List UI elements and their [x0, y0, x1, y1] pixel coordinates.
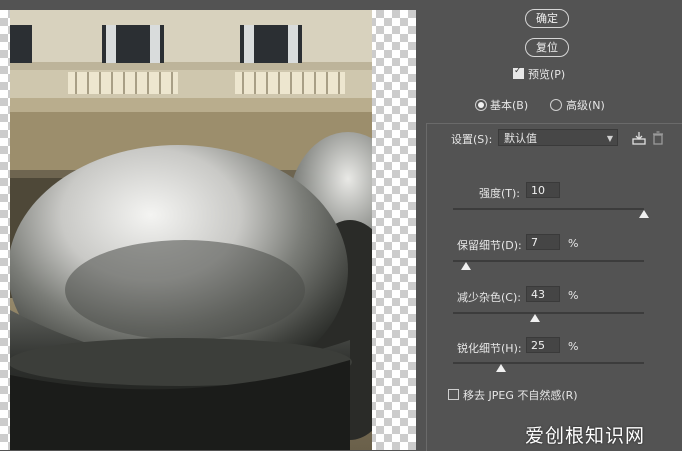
ok-button[interactable]: 确定	[525, 9, 569, 28]
basic-label: 基本(B)	[490, 99, 529, 112]
strength-slider-thumb[interactable]	[639, 210, 649, 218]
preview-image[interactable]	[10, 10, 372, 450]
dialog-panel: 确定 复位 预览(P) 基本(B) 高级(N) 设置(S): 默认值 ▼ 强度(…	[416, 0, 682, 451]
preserve-detail-slider-track[interactable]	[453, 260, 644, 262]
preserve-detail-slider-thumb[interactable]	[461, 262, 472, 270]
preserve-detail-unit: %	[568, 237, 579, 250]
strength-input[interactable]: 10	[526, 182, 560, 198]
remove-jpeg-checkbox[interactable]	[448, 389, 459, 400]
chevron-down-icon: ▼	[606, 134, 613, 143]
sharpen-label: 锐化细节(H):	[457, 342, 522, 355]
preserve-detail-label: 保留细节(D):	[457, 239, 522, 252]
settings-label: 设置(S):	[451, 133, 493, 146]
reduce-color-slider-track[interactable]	[453, 312, 644, 314]
watermark-text: 爱创根知识网	[525, 425, 646, 447]
preview-label: 预览(P)	[528, 68, 566, 81]
trash-icon[interactable]	[650, 130, 666, 146]
advanced-radio[interactable]	[550, 99, 562, 111]
reduce-color-label: 减少杂色(C):	[457, 291, 521, 304]
sharpen-slider-thumb[interactable]	[495, 364, 506, 372]
preview-checkbox[interactable]	[513, 66, 524, 79]
strength-label: 强度(T):	[479, 187, 521, 200]
advanced-label: 高级(N)	[566, 99, 605, 112]
remove-jpeg-label: 移去 JPEG 不自然感(R)	[463, 389, 578, 402]
preview-area	[0, 0, 416, 450]
settings-value: 默认值	[504, 132, 537, 145]
basic-radio[interactable]	[475, 99, 487, 111]
strength-slider-track[interactable]	[453, 208, 644, 210]
sharpen-slider-track[interactable]	[453, 362, 644, 364]
settings-dropdown[interactable]: 默认值 ▼	[498, 129, 618, 146]
reduce-color-input[interactable]: 43	[526, 286, 560, 302]
sharpen-input[interactable]: 25	[526, 337, 560, 353]
save-preset-icon[interactable]	[631, 130, 647, 146]
reset-button[interactable]: 复位	[525, 38, 569, 57]
sharpen-unit: %	[568, 340, 579, 353]
reduce-color-unit: %	[568, 289, 579, 302]
preserve-detail-input[interactable]: 7	[526, 234, 560, 250]
reduce-color-slider-thumb[interactable]	[530, 314, 541, 322]
